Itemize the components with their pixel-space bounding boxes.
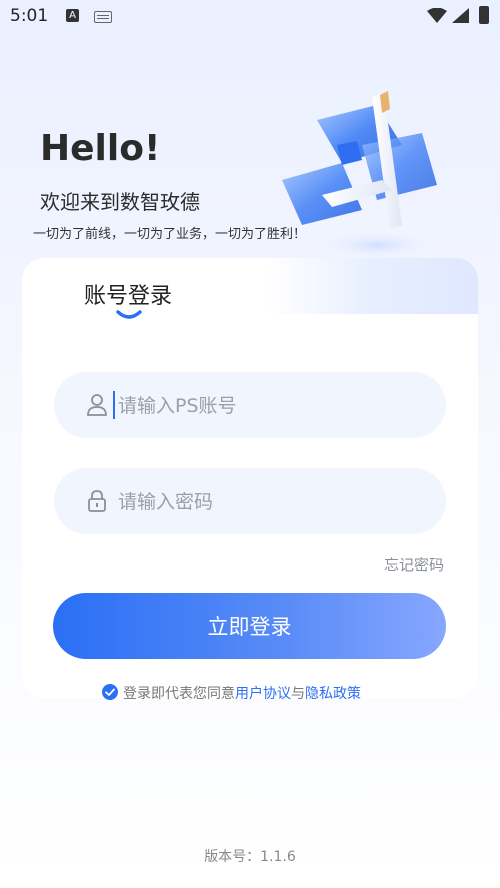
cellular-icon bbox=[452, 8, 469, 23]
keyboard-icon bbox=[94, 11, 112, 23]
username-input[interactable] bbox=[116, 386, 420, 426]
card-header-decoration bbox=[268, 258, 478, 314]
user-icon bbox=[87, 394, 107, 416]
agreement-and: 与 bbox=[291, 686, 305, 702]
privacy-policy-link[interactable]: 隐私政策 bbox=[305, 686, 361, 702]
brand-3d-logo-icon bbox=[282, 91, 437, 259]
forgot-password-link[interactable]: 忘记密码 bbox=[384, 554, 444, 575]
app-notification-icon: A bbox=[66, 9, 79, 22]
check-circle-icon[interactable] bbox=[102, 684, 118, 700]
text-cursor bbox=[113, 391, 115, 419]
password-field-wrapper bbox=[54, 468, 446, 534]
username-field-wrapper bbox=[54, 372, 446, 438]
user-agreement-link[interactable]: 用户协议 bbox=[235, 686, 291, 702]
agreement-statement: 登录即代表您同意用户协议与隐私政策 bbox=[123, 683, 361, 703]
tab-account-login[interactable]: 账号登录 bbox=[84, 278, 172, 310]
battery-icon bbox=[479, 6, 489, 24]
status-bar: 5:01 A bbox=[0, 0, 500, 34]
login-card: 账号登录 忘记密码 立即登录 登录即代表您同意用户协议与隐私政策 bbox=[22, 258, 478, 702]
welcome-text: 欢迎来到数智玫德 bbox=[40, 190, 200, 214]
password-input[interactable] bbox=[116, 482, 420, 522]
status-time: 5:01 bbox=[10, 6, 49, 26]
agreement-prefix: 登录即代表您同意 bbox=[123, 686, 235, 702]
lock-icon bbox=[88, 490, 106, 512]
wifi-icon bbox=[427, 8, 447, 23]
version-label: 版本号：1.1.6 bbox=[204, 849, 296, 865]
tab-active-indicator bbox=[116, 310, 142, 319]
greeting-title: Hello! bbox=[40, 128, 161, 169]
login-button[interactable]: 立即登录 bbox=[53, 593, 446, 659]
